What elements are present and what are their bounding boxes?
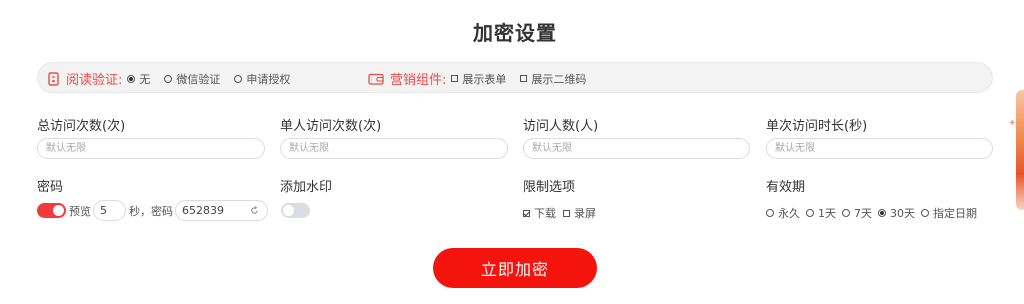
- radio-icon: [127, 74, 136, 83]
- restrict-label: 限制选项: [523, 180, 576, 195]
- marketing-group: 营销组件: 展示表单 展示二维码: [368, 63, 586, 94]
- toggle-knob: [53, 205, 64, 216]
- marketing-option-qrcode[interactable]: 展示二维码: [520, 71, 586, 87]
- password-code: 652839: [182, 204, 224, 217]
- watermark-label: 添加水印: [280, 180, 333, 195]
- seconds-text: 秒，密码: [129, 204, 173, 218]
- checkbox-icon: [520, 75, 528, 82]
- password-code-input[interactable]: 652839: [175, 200, 268, 221]
- validity-option-label: 30天: [890, 207, 915, 220]
- wallet-icon: [368, 73, 384, 85]
- restrict-option-label: 下载: [534, 207, 556, 220]
- radio-icon: [766, 209, 774, 217]
- verify-label: 阅读验证:: [66, 73, 123, 88]
- validity-option-forever[interactable]: 永久: [766, 205, 800, 221]
- verify-option-apply[interactable]: 申请授权: [234, 71, 290, 87]
- radio-icon: [878, 209, 886, 217]
- verify-option-label: 微信验证: [176, 72, 221, 86]
- preview-seconds-input[interactable]: 5: [93, 200, 126, 221]
- phone-lock-icon: [48, 71, 59, 86]
- marketing-option-form[interactable]: 展示表单: [451, 71, 506, 87]
- total-visits-label: 总访问次数(次): [37, 119, 126, 134]
- restrict-option-record[interactable]: 录屏: [563, 205, 596, 221]
- validity-option-label: 7天: [854, 207, 872, 220]
- verify-option-wechat[interactable]: 微信验证: [164, 71, 220, 87]
- restrict-option-label: 录屏: [574, 207, 596, 220]
- visitors-input[interactable]: 默认无限: [523, 138, 750, 159]
- single-visits-label: 单人访问次数(次): [280, 119, 382, 134]
- verify-option-label: 无: [139, 72, 151, 86]
- radio-icon: [164, 74, 173, 83]
- password-controls: 预览 5 秒，密码 652839: [37, 200, 268, 221]
- password-toggle[interactable]: [37, 203, 66, 218]
- refresh-icon[interactable]: [250, 206, 259, 215]
- password-label: 密码: [37, 180, 64, 195]
- validity-option-label: 1天: [818, 207, 836, 220]
- validity-option-7day[interactable]: 7天: [842, 205, 872, 221]
- radio-icon: [842, 209, 850, 217]
- checkbox-icon: [451, 75, 459, 82]
- radio-icon: [806, 209, 814, 217]
- encrypt-button[interactable]: 立即加密: [433, 248, 597, 288]
- decoration-graphic: [1016, 90, 1024, 210]
- restrict-controls: 下载 录屏: [523, 205, 596, 221]
- single-visits-input[interactable]: 默认无限: [280, 138, 508, 159]
- marketing-option-label: 展示二维码: [531, 72, 587, 86]
- watermark-controls: [281, 203, 310, 218]
- watermark-toggle[interactable]: [281, 203, 310, 218]
- validity-option-1day[interactable]: 1天: [806, 205, 836, 221]
- preview-label: 预览: [69, 204, 91, 218]
- page-title: 加密设置: [473, 21, 557, 45]
- radio-icon: [234, 74, 243, 83]
- settings-bar: 阅读验证: 无 微信验证 申请授权 营销组件: 展示表单 展示二维码: [37, 62, 993, 93]
- verify-option-none[interactable]: 无: [127, 71, 150, 87]
- validity-option-label: 指定日期: [933, 207, 977, 220]
- duration-label: 单次访问时长(秒): [766, 119, 868, 134]
- visitors-label: 访问人数(人): [523, 119, 599, 134]
- validity-option-label: 永久: [778, 207, 800, 220]
- validity-controls: 永久 1天 7天 30天 指定日期: [766, 205, 977, 221]
- validity-option-custom[interactable]: 指定日期: [921, 205, 977, 221]
- sparkle-icon: ✦: [1008, 118, 1017, 129]
- restrict-option-download[interactable]: 下载: [523, 205, 556, 221]
- checkbox-icon: [523, 209, 530, 217]
- duration-input[interactable]: 默认无限: [766, 138, 993, 159]
- marketing-option-label: 展示表单: [462, 72, 507, 86]
- validity-label: 有效期: [766, 180, 806, 195]
- verify-group: 阅读验证: 无 微信验证 申请授权: [48, 63, 290, 94]
- checkbox-icon: [563, 209, 570, 217]
- verify-option-label: 申请授权: [246, 72, 291, 86]
- validity-option-30day[interactable]: 30天: [878, 205, 915, 221]
- radio-icon: [921, 209, 929, 217]
- total-visits-input[interactable]: 默认无限: [37, 138, 265, 159]
- marketing-label: 营销组件:: [390, 73, 447, 88]
- toggle-knob: [283, 205, 294, 216]
